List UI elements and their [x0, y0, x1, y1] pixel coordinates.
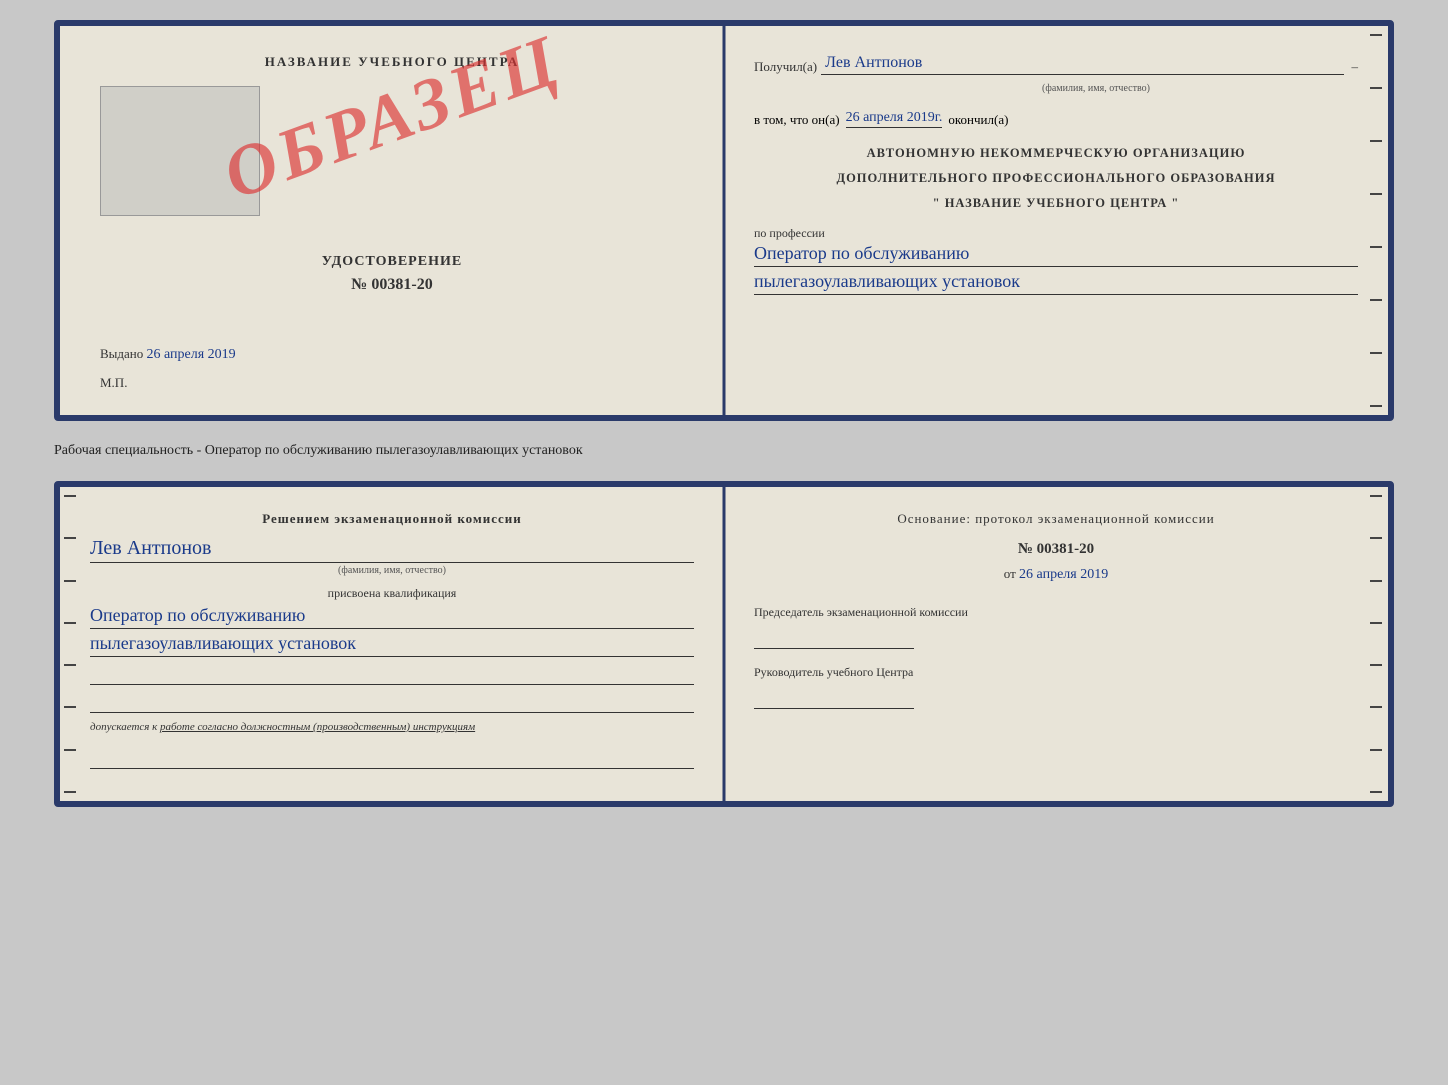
protocol-number: № 00381-20 — [754, 541, 1358, 558]
blank-line3 — [90, 749, 694, 769]
org-line2: ДОПОЛНИТЕЛЬНОГО ПРОФЕССИОНАЛЬНОГО ОБРАЗО… — [754, 169, 1358, 188]
top-left-panel: НАЗВАНИЕ УЧЕБНОГО ЦЕНТРА УДОСТОВЕРЕНИЕ №… — [60, 26, 724, 415]
bottom-left-title: Решением экзаменационной комиссии — [90, 511, 694, 527]
osnovanie-title: Основание: протокол экзаменационной коми… — [754, 511, 1358, 527]
dopuskaetsya-text: допускается к работе согласно должностны… — [90, 721, 694, 733]
center-head-label: Руководитель учебного Центра — [754, 663, 1358, 681]
vydano-line: Выдано 26 апреля 2019 — [100, 346, 694, 363]
top-right-panel: Получил(a) Лев Антпонов – (фамилия, имя,… — [724, 26, 1388, 415]
from-date-value: 26 апреля 2019 — [1019, 567, 1108, 582]
vtom-date: 26 апреля 2019г. — [846, 110, 943, 128]
spine-marks-top-right — [1366, 26, 1388, 415]
bottom-name: Лев Антпонов — [90, 537, 694, 563]
photo-placeholder — [100, 86, 260, 216]
profession-label: по профессии — [754, 226, 1358, 241]
chairman-label: Председатель экзаменационной комиссии — [754, 603, 1358, 621]
cert-label-area: УДОСТОВЕРЕНИЕ № 00381-20 — [90, 254, 694, 306]
center-head-signature-line — [754, 685, 914, 709]
bottom-document-spread: Решением экзаменационной комиссии Лев Ан… — [54, 481, 1394, 807]
from-date-line: от 26 апреля 2019 — [754, 566, 1358, 583]
qualification-line2: пылегазоулавливающих установок — [90, 633, 694, 657]
bottom-left-panel: Решением экзаменационной комиссии Лев Ан… — [60, 487, 724, 801]
org-quote: " НАЗВАНИЕ УЧЕБНОГО ЦЕНТРА " — [754, 194, 1358, 213]
profession-line1: Оператор по обслуживанию — [754, 243, 1358, 267]
spine-marks-bottom-right — [1366, 487, 1388, 801]
qualification-line1: Оператор по обслуживанию — [90, 605, 694, 629]
dopuskaetsya-prefix: допускается к — [90, 721, 157, 733]
chairman-signature-line — [754, 625, 914, 649]
chairman-section: Председатель экзаменационной комиссии — [754, 603, 1358, 649]
org-line1: АВТОНОМНУЮ НЕКОММЕРЧЕСКУЮ ОРГАНИЗАЦИЮ — [754, 144, 1358, 163]
spine-marks-bottom-left — [60, 487, 82, 801]
assigned-label: присвоена квалификация — [90, 586, 694, 601]
okonchil-label: окончил(а) — [948, 112, 1008, 128]
bottom-right-panel: Основание: протокол экзаменационной коми… — [724, 487, 1388, 801]
fio-subtext-top: (фамилия, имя, отчество) — [834, 83, 1358, 94]
blank-line1 — [90, 665, 694, 685]
profession-line2: пылегазоулавливающих установок — [754, 271, 1358, 295]
stamp-area: УДОСТОВЕРЕНИЕ № 00381-20 ОБРАЗЕЦ — [90, 86, 694, 306]
poluchil-line: Получил(a) Лев Антпонов – — [754, 54, 1358, 75]
poluchil-label: Получил(a) — [754, 59, 817, 75]
top-document-spread: НАЗВАНИЕ УЧЕБНОГО ЦЕНТРА УДОСТОВЕРЕНИЕ №… — [54, 20, 1394, 421]
blank-line2 — [90, 693, 694, 713]
center-head-section: Руководитель учебного Центра — [754, 663, 1358, 709]
from-prefix: от — [1004, 566, 1016, 581]
mp-line: М.П. — [100, 375, 694, 391]
between-label: Рабочая специальность - Оператор по обсл… — [54, 439, 1394, 463]
cert-number: № 00381-20 — [90, 276, 694, 294]
top-left-header: НАЗВАНИЕ УЧЕБНОГО ЦЕНТРА — [90, 54, 694, 70]
vtom-line: в том, что он(а) 26 апреля 2019г. окончи… — [754, 110, 1358, 128]
vydano-label: Выдано — [100, 346, 143, 361]
obrazec-stamp: ОБРАЗЕЦ — [213, 20, 571, 217]
cert-title: УДОСТОВЕРЕНИЕ — [90, 254, 694, 270]
bottom-fio-subtext: (фамилия, имя, отчество) — [90, 565, 694, 576]
recipient-name: Лев Антпонов — [821, 54, 1343, 75]
dopuskaetsya-value: работе согласно должностным (производств… — [160, 721, 475, 733]
vtom-prefix: в том, что он(а) — [754, 112, 840, 128]
vydano-date: 26 апреля 2019 — [147, 347, 236, 362]
dash1: – — [1352, 59, 1359, 75]
